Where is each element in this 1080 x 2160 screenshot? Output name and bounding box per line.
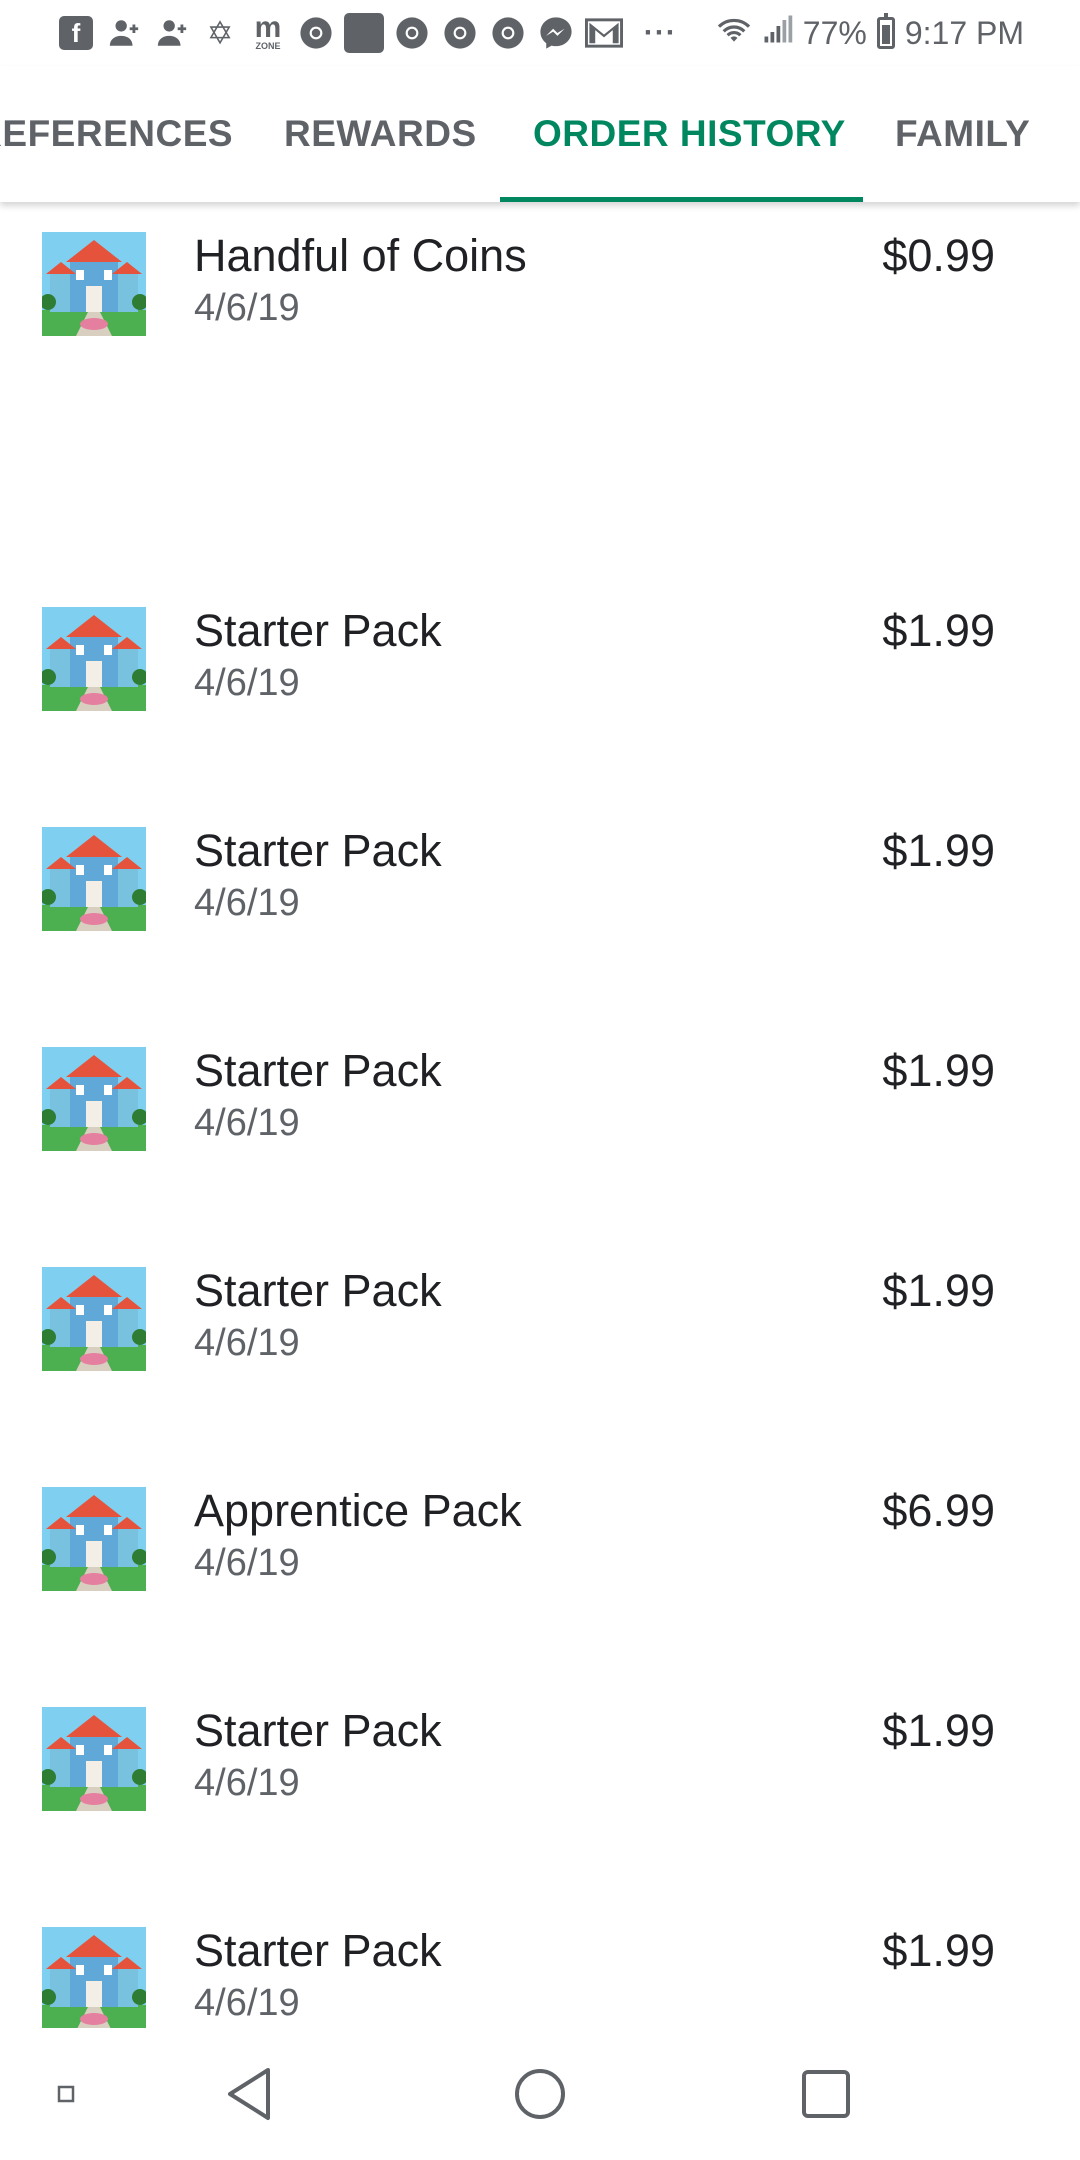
app-thumbnail	[42, 1487, 146, 1591]
back-icon[interactable]	[210, 2028, 290, 2160]
more-notifications-indicator: ···	[643, 16, 677, 49]
app-thumbnail	[42, 1927, 146, 2028]
wifi-icon	[715, 12, 753, 54]
system-nav-bar	[0, 2028, 1080, 2160]
order-item-title: Starter Pack	[194, 605, 442, 656]
order-item-date: 4/6/19	[194, 1762, 300, 1804]
order-item-price: $0.99	[882, 230, 995, 281]
order-item-date: 4/6/19	[194, 1982, 300, 2024]
app-thumbnail	[42, 232, 146, 336]
order-item-price: $6.99	[882, 1485, 995, 1536]
order-item-date: 4/6/19	[194, 1542, 300, 1584]
app-thumbnail	[42, 1047, 146, 1151]
tab-rewards[interactable]: REWARDS	[284, 66, 477, 202]
chrome-icon	[488, 13, 528, 53]
order-item-date: 4/6/19	[194, 1102, 300, 1144]
order-item[interactable]: Starter Pack 4/6/19 $1.99	[0, 1237, 1080, 1437]
order-item-title: Apprentice Pack	[194, 1485, 522, 1536]
order-history-list: Handful of Coins 4/6/19 $0.99 Starter Pa…	[0, 202, 1080, 2028]
order-item-title: Starter Pack	[194, 1925, 442, 1976]
app-thumbnail	[42, 1707, 146, 1811]
tab-family[interactable]: FAMILY	[895, 66, 1030, 202]
order-item[interactable]: Starter Pack 4/6/19 $1.99	[0, 1677, 1080, 1877]
order-item-price: $1.99	[882, 1265, 995, 1316]
signal-icon	[763, 14, 793, 52]
app-square-icon	[344, 13, 384, 53]
active-tab-indicator	[500, 197, 863, 202]
system-status: ··· 77% 9:17 PM	[644, 8, 1024, 58]
order-item[interactable]: Starter Pack 4/6/19 $1.99	[0, 1017, 1080, 1217]
order-item-price: $1.99	[882, 605, 995, 656]
person-add-icon	[152, 13, 192, 53]
messenger-icon	[536, 13, 576, 53]
order-item[interactable]: Apprentice Pack 4/6/19 $6.99	[0, 1457, 1080, 1657]
order-item-price: $1.99	[882, 1045, 995, 1096]
tab-preferences[interactable]: PREFERENCES	[0, 66, 233, 202]
order-item-title: Starter Pack	[194, 825, 442, 876]
order-item-title: Starter Pack	[194, 1265, 442, 1316]
order-item-price: $1.99	[882, 825, 995, 876]
order-item-title: Starter Pack	[194, 1045, 442, 1096]
order-item-date: 4/6/19	[194, 882, 300, 924]
order-item[interactable]: Handful of Coins 4/6/19 $0.99	[0, 202, 1080, 402]
app-thumbnail	[42, 827, 146, 931]
battery-icon	[876, 13, 895, 49]
order-item[interactable]: Starter Pack 4/6/19 $1.99	[0, 1897, 1080, 2028]
order-item-price: $1.99	[882, 1705, 995, 1756]
mzone-icon: m ZONE	[254, 11, 282, 52]
chrome-icon	[392, 13, 432, 53]
order-item[interactable]: Starter Pack 4/6/19 $1.99	[0, 797, 1080, 997]
order-item[interactable]: Starter Pack 4/6/19 $1.99	[0, 577, 1080, 777]
home-icon[interactable]	[500, 2028, 580, 2160]
clock: 9:17 PM	[904, 14, 1024, 51]
order-item-price: $1.99	[882, 1925, 995, 1976]
order-item-title: Starter Pack	[194, 1705, 442, 1756]
overview-dot-icon[interactable]	[40, 2028, 92, 2160]
gmail-icon	[584, 13, 624, 53]
app-thumbnail	[42, 607, 146, 711]
battery-percent: 77%	[802, 14, 867, 51]
person-add-icon	[104, 13, 144, 53]
star-of-david-icon: ✡	[206, 15, 234, 51]
order-item-title: Handful of Coins	[194, 230, 527, 281]
tab-order-history[interactable]: ORDER HISTORY	[533, 66, 846, 202]
facebook-icon: f	[56, 13, 96, 53]
order-item-date: 4/6/19	[194, 1322, 300, 1364]
chrome-icon	[296, 13, 336, 53]
status-bar: f ✡ m ZONE ··· 77% 9:17 PM	[0, 0, 1080, 66]
chrome-icon	[440, 13, 480, 53]
notification-icons: f ✡ m ZONE	[56, 10, 624, 56]
account-tabs: PREFERENCES REWARDS ORDER HISTORY FAMILY	[0, 66, 1080, 202]
order-item-date: 4/6/19	[194, 662, 300, 704]
recents-icon[interactable]	[786, 2028, 866, 2160]
order-item-date: 4/6/19	[194, 287, 300, 329]
app-thumbnail	[42, 1267, 146, 1371]
